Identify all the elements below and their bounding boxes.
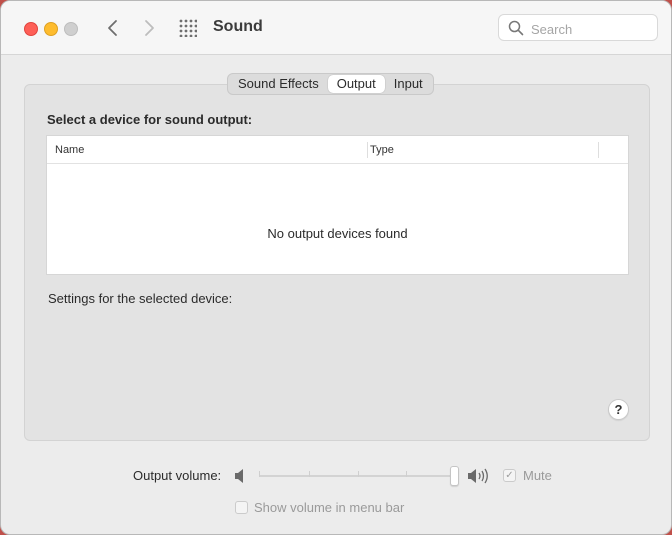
tab-sound-effects[interactable]: Sound Effects [229, 75, 328, 93]
help-button[interactable]: ? [608, 399, 629, 420]
show-volume-in-menu-bar-label: Show volume in menu bar [254, 500, 405, 515]
zoom-window-button[interactable] [64, 22, 78, 36]
output-device-table[interactable]: Name Type No output devices found [46, 135, 629, 275]
slider-tick [406, 471, 407, 477]
search-field[interactable] [498, 14, 658, 41]
minimize-window-button[interactable] [44, 22, 58, 36]
slider-tick [259, 471, 260, 477]
grid-icon [179, 19, 198, 38]
volume-slider-track[interactable] [259, 475, 459, 477]
settings-label: Settings for the selected device: [48, 291, 233, 306]
column-divider [367, 142, 368, 158]
close-window-button[interactable] [24, 22, 38, 36]
title-bar: Sound [1, 1, 671, 55]
column-header-name[interactable]: Name [55, 144, 84, 156]
empty-state-message: No output devices found [267, 226, 408, 241]
search-icon [508, 20, 524, 36]
mute-label: Mute [523, 468, 552, 483]
checkmark-icon: ✓ [505, 470, 514, 481]
table-header: Name Type [47, 136, 628, 164]
forward-button[interactable] [138, 16, 160, 40]
volume-slider-knob[interactable] [450, 466, 459, 486]
tab-output[interactable]: Output [327, 75, 385, 93]
column-header-type[interactable]: Type [370, 144, 394, 156]
window-title: Sound [213, 18, 263, 35]
show-volume-in-menu-bar-checkbox[interactable] [235, 501, 248, 514]
show-all-button[interactable] [179, 19, 198, 38]
device-prompt: Select a device for sound output: [47, 112, 253, 127]
chevron-right-icon [145, 20, 154, 36]
sound-preferences-window: Sound ? Sound Effects Output Input Selec… [0, 0, 672, 535]
output-volume-label: Output volume: [133, 468, 222, 483]
chevron-left-icon [108, 20, 117, 36]
back-button[interactable] [102, 16, 124, 40]
slider-tick [309, 471, 310, 477]
tab-bar: Sound Effects Output Input [227, 73, 434, 95]
mute-checkbox[interactable]: ✓ [503, 469, 516, 482]
tab-input[interactable]: Input [385, 75, 432, 93]
slider-tick [358, 471, 359, 477]
search-input[interactable] [529, 19, 653, 39]
column-divider [598, 142, 599, 158]
speaker-high-icon [467, 467, 491, 490]
speaker-low-icon [234, 468, 248, 489]
